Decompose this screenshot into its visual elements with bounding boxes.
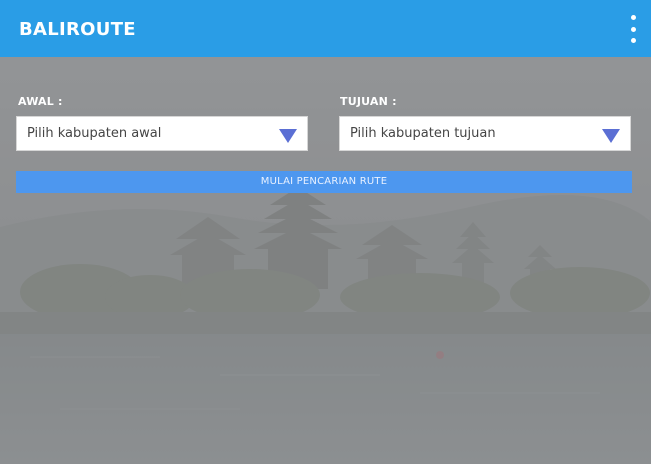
app-screen: BALIROUTE AWAL: Pilih kabupaten awal TU…: [0, 0, 651, 464]
dropdown-arrow-icon: [279, 129, 297, 143]
origin-label: AWAL :: [18, 95, 63, 108]
menu-dot: [630, 15, 636, 20]
origin-selected-value: Pilih kabupaten awal: [27, 126, 162, 141]
destination-label: TUJUAN :: [340, 95, 397, 108]
start-route-search-button[interactable]: MULAI PENCARIAN RUTE: [16, 171, 632, 193]
menu-dot: [630, 38, 636, 43]
destination-select[interactable]: Pilih kabupaten tujuan: [339, 116, 631, 151]
app-title: BALIROUTE: [19, 19, 136, 40]
more-vert-icon[interactable]: [628, 15, 638, 43]
dropdown-arrow-icon: [602, 129, 620, 143]
destination-selected-value: Pilih kabupaten tujuan: [350, 126, 496, 141]
origin-select[interactable]: Pilih kabupaten awal: [16, 116, 308, 151]
app-header: BALIROUTE: [0, 0, 651, 57]
menu-dot: [630, 26, 636, 32]
route-search-form: AWAL : Pilih kabupaten awal TUJUAN : Pil…: [0, 57, 651, 217]
